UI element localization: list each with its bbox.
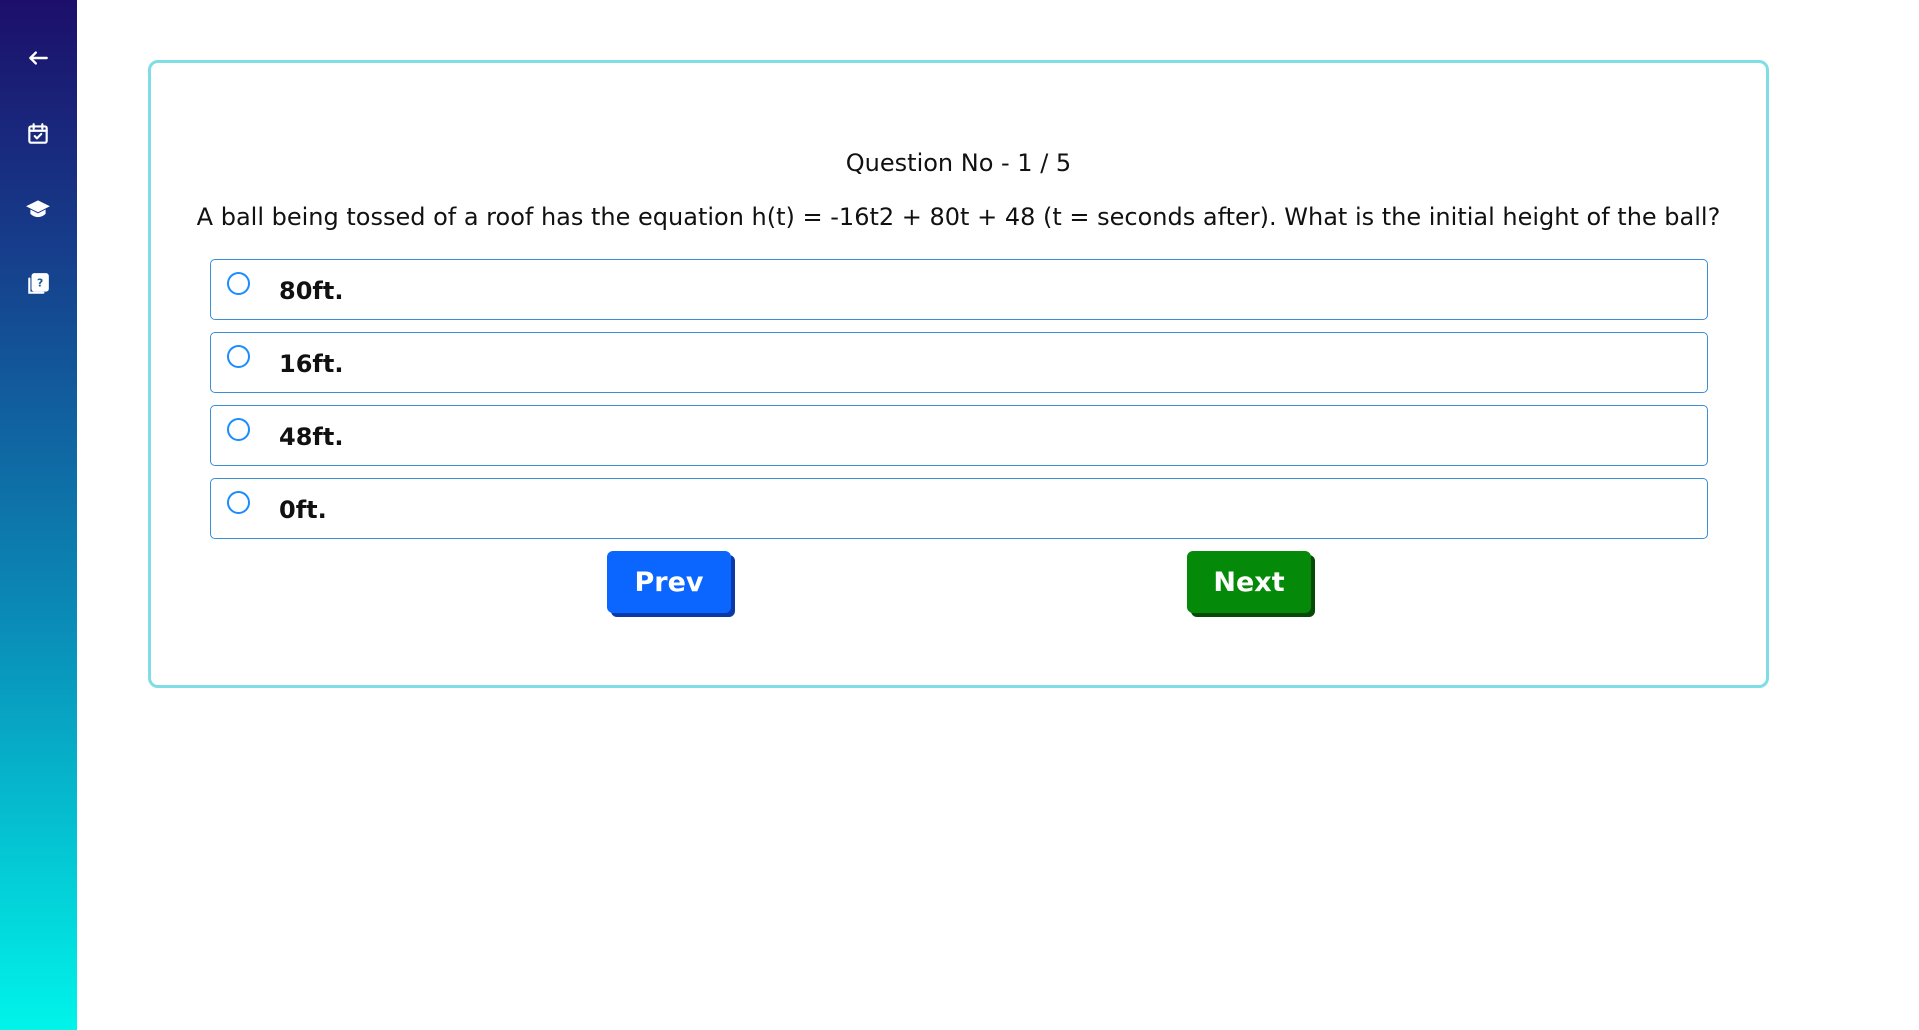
option-3[interactable]: 48ft. [210,405,1708,466]
sidebar: ? [0,0,77,1030]
back-button[interactable] [18,38,58,78]
question-text: A ball being tossed of a roof has the eq… [196,203,1721,231]
option-4[interactable]: 0ft. [210,478,1708,539]
option-label: 0ft. [279,496,327,524]
back-icon [29,51,48,65]
option-label: 16ft. [279,350,344,378]
graduation-cap-icon [26,200,50,218]
option-1[interactable]: 80ft. [210,259,1708,320]
radio-button[interactable] [227,272,250,295]
question-number: Question No - 1 / 5 [845,149,1072,177]
prev-button[interactable]: Prev [607,551,731,613]
option-label: 48ft. [279,423,344,451]
svg-text:?: ? [37,277,43,290]
calendar-button[interactable] [18,114,58,154]
question-card: Question No - 1 / 5 A ball being tossed … [148,60,1769,688]
calendar-check-icon [28,123,48,144]
radio-button[interactable] [227,491,250,514]
radio-button[interactable] [227,418,250,441]
quiz-button[interactable]: ? [18,264,58,304]
question-book-icon: ? [28,273,49,294]
option-label: 80ft. [279,277,344,305]
courses-button[interactable] [18,189,58,229]
radio-button[interactable] [227,345,250,368]
next-button[interactable]: Next [1187,551,1311,613]
option-2[interactable]: 16ft. [210,332,1708,393]
options-list: 80ft. 16ft. 48ft. 0ft. [210,259,1708,551]
